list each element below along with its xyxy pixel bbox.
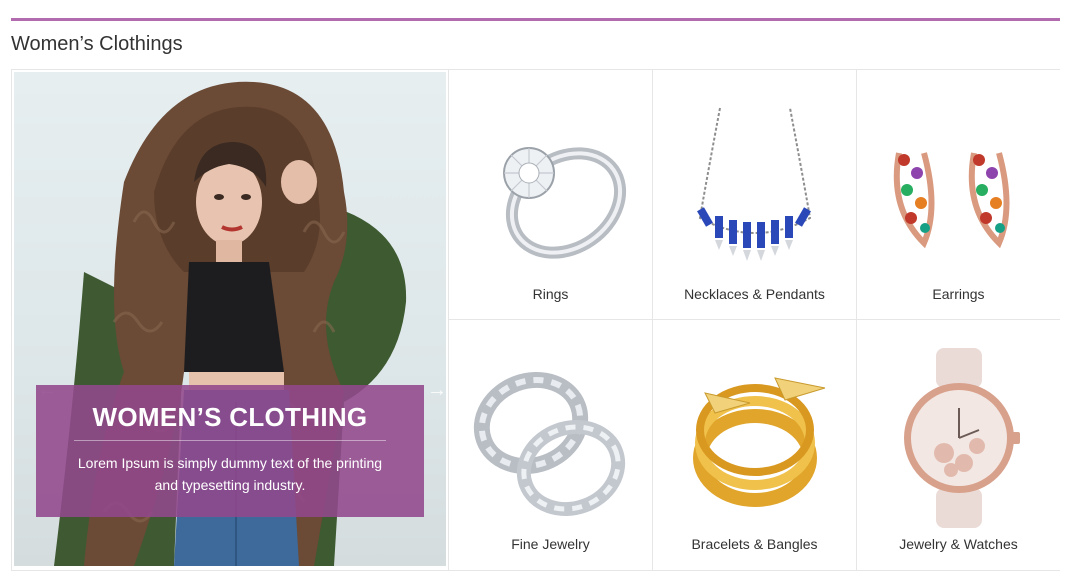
earrings-icon bbox=[893, 152, 1010, 249]
category-label: Bracelets & Bangles bbox=[691, 536, 818, 552]
category-tile-watches[interactable]: Jewelry & Watches bbox=[856, 320, 1060, 570]
category-tile-fine-jewelry[interactable]: Fine Jewelry bbox=[448, 320, 652, 570]
category-label: Necklaces & Pendants bbox=[684, 286, 825, 302]
hero-banner[interactable]: ← → WOMEN’S CLOTHING Lorem Ipsum is simp… bbox=[14, 72, 446, 566]
necklace-icon bbox=[697, 107, 812, 261]
watch-icon bbox=[904, 348, 1020, 528]
category-label: Jewelry & Watches bbox=[899, 536, 1018, 552]
category-tile-earrings[interactable]: Earrings bbox=[856, 70, 1060, 320]
category-label: Rings bbox=[532, 286, 569, 302]
promo-text: Lorem Ipsum is simply dummy text of the … bbox=[77, 455, 383, 493]
arrow-right-icon[interactable]: → bbox=[425, 380, 446, 400]
category-label: Fine Jewelry bbox=[511, 536, 590, 552]
category-grid: Rings Necklaces & Pendants Earrings Fine… bbox=[448, 70, 1060, 570]
bangle-icon bbox=[693, 377, 826, 507]
category-tile-necklaces[interactable]: Necklaces & Pendants bbox=[652, 70, 856, 320]
wedding-bands-icon bbox=[473, 371, 626, 517]
ring-icon bbox=[503, 147, 627, 259]
promo-divider bbox=[74, 440, 386, 441]
promo-title: WOMEN’S CLOTHING bbox=[92, 402, 368, 432]
category-tile-rings[interactable]: Rings bbox=[448, 70, 652, 320]
category-tile-bracelets[interactable]: Bracelets & Bangles bbox=[652, 320, 856, 570]
section-title: Women’s Clothings bbox=[11, 33, 183, 55]
category-label: Earrings bbox=[932, 286, 985, 302]
promo-caption-box: WOMEN’S CLOTHING Lorem Ipsum is simply d… bbox=[36, 385, 424, 517]
section-accent-rule bbox=[11, 18, 1060, 21]
